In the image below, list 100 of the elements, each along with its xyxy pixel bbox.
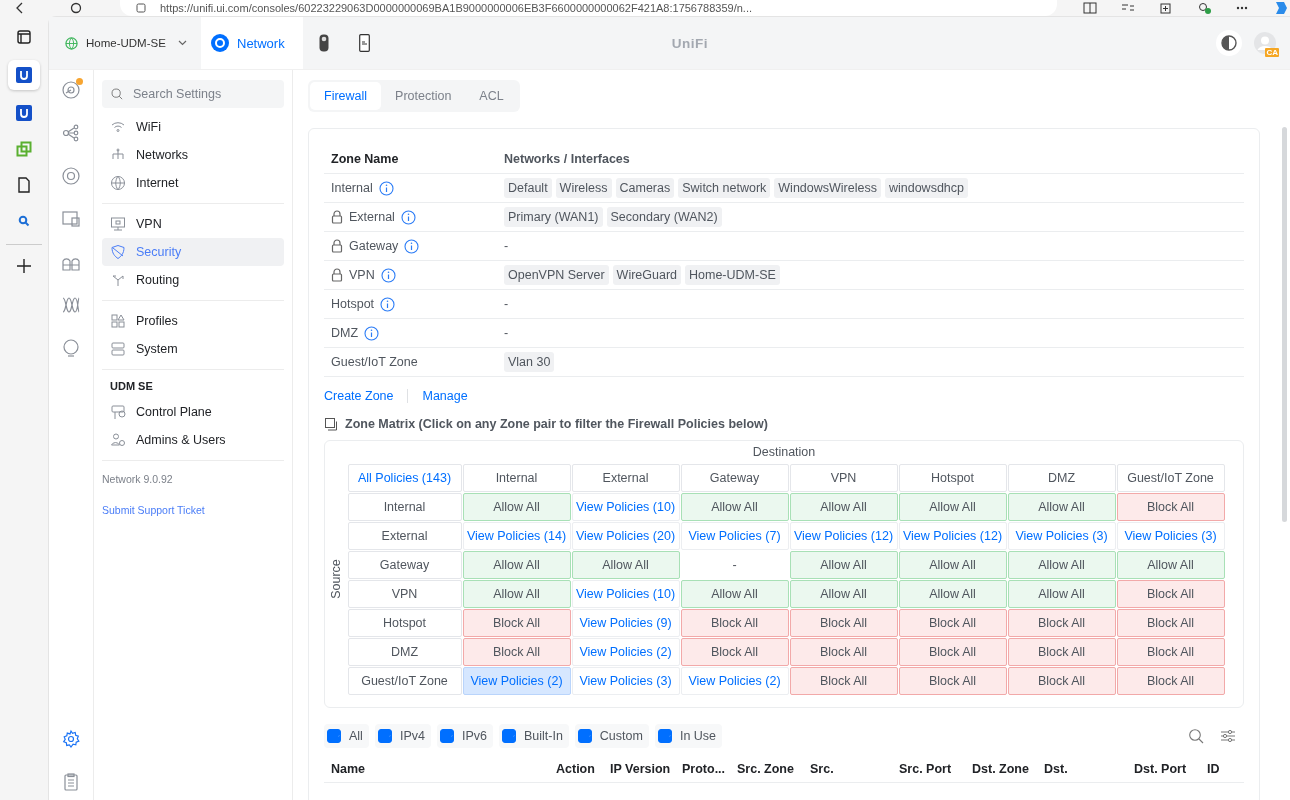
settings-nav-item[interactable]: WiFi [102, 113, 284, 141]
filter-checkbox[interactable]: All [324, 724, 369, 748]
filter-checkbox[interactable]: IPv6 [436, 724, 493, 748]
matrix-cell[interactable]: Block All [1116, 492, 1225, 521]
settings-nav-item[interactable]: Profiles [102, 307, 284, 335]
matrix-cell[interactable]: View Policies (2) [462, 666, 571, 695]
matrix-cell[interactable]: Block All [1116, 666, 1225, 695]
matrix-cell[interactable]: Allow All [1116, 550, 1225, 579]
search-field[interactable]: Search Settings [102, 80, 284, 108]
matrix-cell[interactable]: View Policies (3) [571, 666, 680, 695]
matrix-cell[interactable]: Allow All [898, 579, 1007, 608]
manage-link[interactable]: Manage [422, 389, 468, 403]
favorites-icon[interactable] [1121, 2, 1135, 14]
copilot-icon[interactable] [1273, 2, 1289, 14]
matrix-cell[interactable]: Block All [789, 637, 898, 666]
refresh-icon[interactable] [70, 2, 82, 14]
matrix-cell[interactable]: Block All [680, 637, 789, 666]
settings-nav-item[interactable]: Internet [102, 169, 284, 197]
search-icon[interactable] [1188, 728, 1204, 744]
settings-nav-item[interactable]: Routing [102, 266, 284, 294]
matrix-cell[interactable]: View Policies (12) [789, 521, 898, 550]
address-bar[interactable]: https://unifi.ui.com/consoles/60223229063D0000000069BA1B9000000006EB3F6600000000062F421A8:1756788359/n... [120, 0, 1057, 16]
tab[interactable]: Protection [381, 82, 466, 110]
matrix-cell[interactable]: Block All [1007, 608, 1116, 637]
matrix-cell[interactable]: Allow All [1007, 550, 1116, 579]
tab[interactable]: Firewall [310, 82, 382, 110]
matrix-cell[interactable]: View Policies (7) [680, 521, 789, 550]
browser-sidebar-item[interactable] [8, 60, 40, 90]
nav-rail-item[interactable] [61, 729, 81, 749]
matrix-cell[interactable]: Allow All [462, 550, 571, 579]
split-screen-icon[interactable] [1083, 2, 1097, 14]
contrast-icon[interactable] [1216, 30, 1242, 56]
matrix-cell[interactable]: Block All [1007, 666, 1116, 695]
app-tab[interactable]: Network [201, 17, 303, 69]
matrix-cell[interactable]: Block All [462, 608, 571, 637]
matrix-cell[interactable]: Allow All [1007, 579, 1116, 608]
info-icon[interactable] [404, 238, 420, 254]
nav-rail-item[interactable] [61, 295, 81, 315]
filter-checkbox[interactable]: Custom [574, 724, 649, 748]
settings-nav-item[interactable]: Admins & Users [102, 426, 284, 454]
info-icon[interactable] [380, 267, 396, 283]
matrix-cell[interactable]: View Policies (2) [571, 637, 680, 666]
search-input[interactable]: Search Settings [131, 86, 275, 102]
matrix-cell[interactable]: View Policies (2) [680, 666, 789, 695]
settings-nav-item[interactable]: Networks [102, 141, 284, 169]
matrix-cell[interactable]: Block All [789, 666, 898, 695]
info-icon[interactable] [400, 209, 416, 225]
info-icon[interactable] [380, 296, 396, 312]
matrix-cell[interactable]: Allow All [462, 492, 571, 521]
matrix-cell[interactable]: Block All [898, 608, 1007, 637]
matrix-cell[interactable]: Block All [1116, 608, 1225, 637]
matrix-cell[interactable]: Allow All [898, 550, 1007, 579]
all-policies-link[interactable]: All Policies (143) [347, 463, 462, 492]
filter-checkbox[interactable]: Built-In [498, 724, 569, 748]
matrix-cell[interactable]: View Policies (3) [1007, 521, 1116, 550]
nav-rail-item[interactable] [61, 338, 81, 358]
matrix-cell[interactable]: View Policies (14) [462, 521, 571, 550]
matrix-cell[interactable]: Block All [898, 666, 1007, 695]
nav-rail-item[interactable] [61, 80, 81, 100]
site-selector[interactable]: Home-UDM-SE [57, 36, 195, 50]
support-link[interactable]: Submit Support Ticket [102, 504, 205, 516]
matrix-cell[interactable]: Allow All [462, 579, 571, 608]
tab[interactable]: ACL [465, 82, 518, 110]
settings-nav-item[interactable]: System [102, 335, 284, 363]
settings-nav-item[interactable]: Control Plane [102, 398, 284, 426]
matrix-cell[interactable]: View Policies (10) [571, 492, 680, 521]
info-icon[interactable] [364, 325, 380, 341]
matrix-cell[interactable]: Block All [789, 608, 898, 637]
matrix-cell[interactable]: Block All [1007, 637, 1116, 666]
matrix-cell[interactable]: Block All [898, 637, 1007, 666]
matrix-cell[interactable]: View Policies (3) [1116, 521, 1225, 550]
settings-nav-item[interactable]: VPN [102, 210, 284, 238]
matrix-cell[interactable]: Block All [680, 608, 789, 637]
matrix-cell[interactable]: Allow All [789, 550, 898, 579]
matrix-cell[interactable]: Allow All [1007, 492, 1116, 521]
matrix-cell[interactable]: Block All [1116, 637, 1225, 666]
extension-icon[interactable] [1197, 2, 1211, 14]
matrix-cell[interactable]: View Policies (12) [898, 521, 1007, 550]
matrix-cell[interactable]: Allow All [898, 492, 1007, 521]
scrollbar[interactable] [1282, 127, 1287, 522]
matrix-cell[interactable]: View Policies (20) [571, 521, 680, 550]
matrix-cell[interactable]: Allow All [571, 550, 680, 579]
collections-icon[interactable] [1159, 2, 1173, 14]
nav-rail-item[interactable] [61, 123, 81, 143]
matrix-cell[interactable]: Allow All [789, 492, 898, 521]
matrix-cell[interactable]: Allow All [680, 579, 789, 608]
matrix-cell[interactable]: Block All [1116, 579, 1225, 608]
nav-rail-item[interactable] [61, 166, 81, 186]
filter-settings-icon[interactable] [1220, 728, 1236, 744]
nav-rail-item[interactable] [61, 772, 81, 792]
matrix-cell[interactable]: Block All [462, 637, 571, 666]
site-info-icon[interactable] [136, 3, 146, 13]
matrix-cell[interactable]: Allow All [789, 579, 898, 608]
matrix-cell[interactable]: Allow All [680, 492, 789, 521]
info-icon[interactable] [378, 180, 394, 196]
matrix-cell[interactable]: View Policies (9) [571, 608, 680, 637]
filter-checkbox[interactable]: In Use [654, 724, 723, 748]
matrix-cell[interactable]: View Policies (10) [571, 579, 680, 608]
create-zone-link[interactable]: Create Zone [324, 389, 394, 403]
filter-checkbox[interactable]: IPv4 [374, 724, 431, 748]
